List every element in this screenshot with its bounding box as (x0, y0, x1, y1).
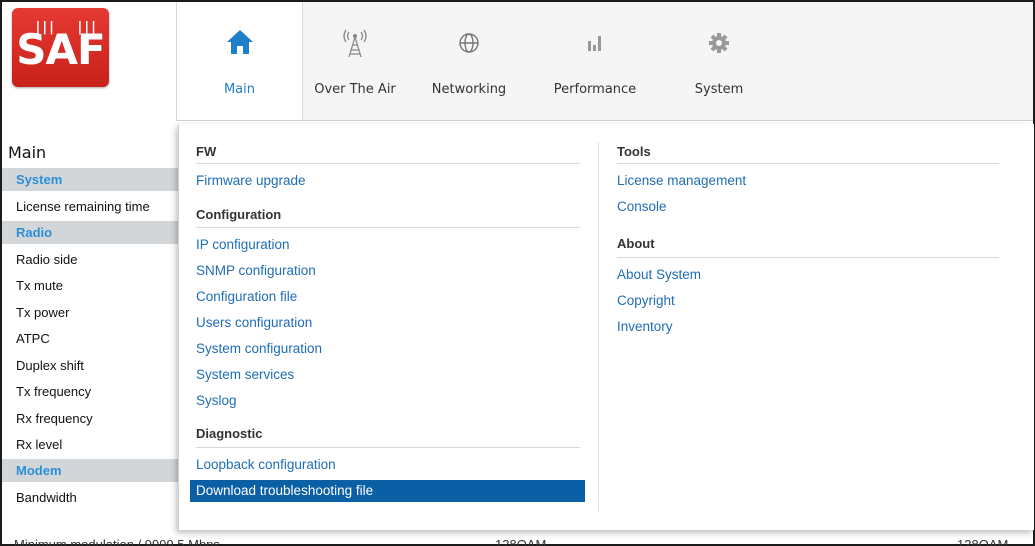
tab-performance-label: Performance (553, 82, 637, 97)
logo-text: SAF (16, 25, 105, 74)
section-heading-configuration: Configuration (196, 207, 282, 222)
row-tx-mute: Tx mute (16, 278, 63, 293)
row-atpc: ATPC (16, 331, 50, 346)
row-radio-side: Radio side (16, 251, 78, 267)
tab-main-label: Main (223, 82, 256, 97)
menu-item-users-configuration[interactable]: Users configuration (196, 315, 312, 330)
row-license-remaining-time: License remaining time (16, 199, 150, 214)
menu-item-copyright[interactable]: Copyright (617, 293, 675, 308)
tab-performance[interactable]: Performance (539, 2, 651, 120)
menu-item-license-management[interactable]: License management (617, 173, 746, 188)
saf-logo[interactable]: ||| ||| SAF (12, 8, 109, 87)
section-heading-about: About (617, 236, 655, 251)
row-value-b: 128QAM (957, 537, 1009, 546)
menu-item-about-system[interactable]: About System (617, 267, 701, 282)
divider (196, 227, 580, 228)
row-rx-level: Rx level (16, 437, 63, 452)
globe-icon (407, 28, 531, 58)
column-divider (598, 142, 599, 512)
status-sidebar: Main System License remaining time Radio… (2, 140, 178, 511)
row-tx-frequency: Tx frequency (16, 384, 92, 399)
page-title: Main (8, 143, 47, 162)
menu-item-syslog[interactable]: Syslog (196, 393, 237, 408)
logo-area: ||| ||| SAF (2, 2, 177, 121)
menu-item-system-services[interactable]: System services (196, 367, 294, 382)
section-header-system: System (2, 168, 178, 191)
partial-row-min-modulation: Minimum modulation / 9999.5 Mbps 128QAM … (2, 537, 1033, 546)
row-tx-power: Tx power (16, 304, 70, 320)
tab-system-label: System (694, 82, 744, 97)
gear-icon (674, 28, 764, 58)
menu-item-console[interactable]: Console (617, 199, 667, 214)
row-duplex-shift: Duplex shift (16, 357, 84, 373)
home-icon (177, 28, 302, 58)
menu-item-configuration-file[interactable]: Configuration file (196, 289, 297, 304)
tab-networking-label: Networking (431, 82, 507, 97)
bar-chart-icon (539, 28, 651, 58)
menu-item-loopback-configuration[interactable]: Loopback configuration (196, 457, 336, 472)
divider (196, 163, 580, 164)
tab-networking[interactable]: Networking (407, 2, 531, 120)
tab-main[interactable]: Main (177, 2, 303, 120)
divider (196, 447, 580, 448)
menu-item-inventory[interactable]: Inventory (617, 319, 673, 334)
menu-item-firmware-upgrade[interactable]: Firmware upgrade (196, 173, 306, 188)
antenna-icon (303, 28, 407, 58)
section-heading-diagnostic: Diagnostic (196, 426, 263, 441)
tab-over-the-air-label: Over The Air (314, 82, 396, 97)
row-bandwidth: Bandwidth (16, 489, 77, 505)
menu-item-system-configuration[interactable]: System configuration (196, 341, 322, 356)
menu-item-ip-configuration[interactable]: IP configuration (196, 237, 290, 252)
main-dropdown-menu: FW Firmware upgrade Configuration IP con… (178, 124, 1034, 530)
row-label: Minimum modulation / 9999.5 Mbps (14, 537, 220, 546)
menu-item-snmp-configuration[interactable]: SNMP configuration (196, 263, 316, 278)
row-value-a: 128QAM (495, 537, 547, 546)
menu-item-download-troubleshooting-file[interactable]: Download troubleshooting file (190, 480, 585, 502)
tab-over-the-air[interactable]: Over The Air (303, 2, 407, 120)
divider (617, 257, 999, 258)
row-rx-frequency: Rx frequency (16, 410, 93, 426)
section-heading-fw: FW (196, 144, 217, 159)
section-heading-tools: Tools (617, 144, 651, 159)
divider (617, 163, 999, 164)
top-header: ||| ||| SAF Main Over The Air Networking… (2, 2, 1033, 121)
section-header-radio: Radio (2, 220, 178, 244)
section-header-modem: Modem (2, 458, 178, 482)
tab-system[interactable]: System (674, 2, 764, 120)
